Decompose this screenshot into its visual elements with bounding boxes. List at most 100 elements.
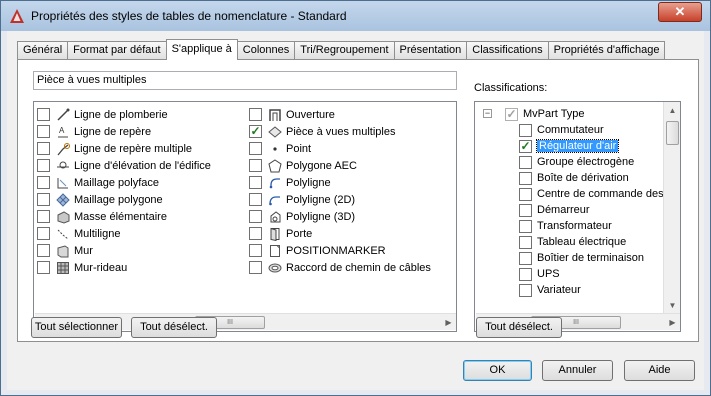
scroll-down-icon[interactable]: ▼ xyxy=(664,297,680,314)
title-bar[interactable]: Propriétés des styles de tables de nomen… xyxy=(1,1,710,31)
checkbox[interactable] xyxy=(519,203,532,217)
checkbox[interactable] xyxy=(519,219,532,233)
tree-item[interactable]: Centre de commande des mo xyxy=(475,186,680,202)
checkbox[interactable]: ✓ xyxy=(505,107,518,121)
classification-tree[interactable]: − ✓ MvPart Type Commutateur ✓ Régulateur… xyxy=(474,101,681,332)
tab-display-properties[interactable]: Propriétés d'affichage xyxy=(547,41,666,59)
list-item[interactable]: POSITIONMARKER xyxy=(249,242,431,259)
list-item[interactable]: Maillage polyface xyxy=(37,174,211,191)
checkbox[interactable] xyxy=(249,176,262,189)
tree-item[interactable]: Transformateur xyxy=(475,218,665,234)
multiview-block-icon xyxy=(267,124,283,140)
deselect-classifications-button[interactable]: Tout désélect. xyxy=(476,317,562,338)
checkbox[interactable] xyxy=(519,187,532,201)
checkbox[interactable] xyxy=(249,210,262,223)
checkbox[interactable] xyxy=(37,176,50,189)
help-button[interactable]: Aide xyxy=(624,360,695,381)
checkbox[interactable] xyxy=(249,261,262,274)
polygon-mesh-icon xyxy=(55,192,71,208)
list-item[interactable]: Porte xyxy=(249,225,431,242)
object-type-column-right: Ouverture ✓ Pièce à vues multiples Point xyxy=(249,106,431,276)
scroll-right-icon[interactable]: ▶ xyxy=(664,314,680,331)
tree-item[interactable]: ✓ Régulateur d'air xyxy=(475,138,665,154)
list-item[interactable]: Ouverture xyxy=(249,106,431,123)
tree-root[interactable]: − ✓ MvPart Type xyxy=(475,106,665,122)
checkbox[interactable] xyxy=(249,142,262,155)
checkbox[interactable] xyxy=(37,142,50,155)
scroll-right-icon[interactable]: ▶ xyxy=(440,314,456,331)
close-button[interactable]: ✕ xyxy=(658,2,702,22)
opening-icon xyxy=(267,107,283,123)
object-type-field[interactable]: Pièce à vues multiples xyxy=(33,71,457,90)
list-item[interactable]: Ligne de plomberie xyxy=(37,106,211,123)
tab-classifications[interactable]: Classifications xyxy=(466,41,549,59)
tree-item[interactable]: Groupe électrogène xyxy=(475,154,665,170)
list-item[interactable]: Polyligne (3D) xyxy=(249,208,431,225)
checkbox[interactable] xyxy=(519,267,532,281)
tab-columns[interactable]: Colonnes xyxy=(236,41,296,59)
list-item[interactable]: Mur xyxy=(37,242,211,259)
tree-item[interactable]: Commutateur xyxy=(475,122,665,138)
list-item[interactable]: Polyligne (2D) xyxy=(249,191,431,208)
checkbox[interactable]: ✓ xyxy=(519,139,532,153)
tab-layout[interactable]: Présentation xyxy=(393,41,468,59)
checkbox[interactable] xyxy=(37,227,50,240)
tab-default-format[interactable]: Format par défaut xyxy=(67,41,167,59)
scroll-thumb[interactable] xyxy=(666,121,679,145)
checkbox[interactable] xyxy=(249,193,262,206)
list-item[interactable]: Multiligne xyxy=(37,225,211,242)
cable-tray-fitting-icon xyxy=(267,260,283,276)
list-item-label: Maillage polygone xyxy=(74,193,163,206)
checkbox[interactable] xyxy=(37,261,50,274)
checkbox[interactable] xyxy=(37,193,50,206)
list-item[interactable]: Maillage polygone xyxy=(37,191,211,208)
tree-item[interactable]: Démarreur xyxy=(475,202,665,218)
scroll-up-icon[interactable]: ▲ xyxy=(664,102,680,119)
checkbox[interactable] xyxy=(519,123,532,137)
checkbox[interactable] xyxy=(37,125,50,138)
checkbox[interactable] xyxy=(37,108,50,121)
tree-item[interactable]: Boîtier de terminaison xyxy=(475,250,665,266)
list-item[interactable]: Ligne d'élévation de l'édifice xyxy=(37,157,211,174)
list-item[interactable]: A Ligne de repère xyxy=(37,123,211,140)
list-item[interactable]: Polygone AEC xyxy=(249,157,431,174)
tree-item-label: Centre de commande des mo xyxy=(537,188,681,200)
tab-applies-to[interactable]: S'applique à xyxy=(165,39,238,60)
checkbox[interactable] xyxy=(519,155,532,169)
list-item[interactable]: Point xyxy=(249,140,431,157)
checkbox[interactable] xyxy=(249,244,262,257)
checkbox[interactable] xyxy=(519,171,532,185)
tree-item[interactable]: Tableau électrique xyxy=(475,234,665,250)
tab-sorting-grouping[interactable]: Tri/Regroupement xyxy=(294,41,395,59)
checkbox[interactable] xyxy=(37,244,50,257)
list-item-label: Pièce à vues multiples xyxy=(286,125,396,138)
checkbox[interactable] xyxy=(519,235,532,249)
checkbox[interactable] xyxy=(249,227,262,240)
list-item[interactable]: Ligne de repère multiple xyxy=(37,140,211,157)
tree-item[interactable]: Boîte de dérivation xyxy=(475,170,665,186)
list-item[interactable]: Masse élémentaire xyxy=(37,208,211,225)
tree-item[interactable]: Variateur xyxy=(475,282,665,298)
list-item[interactable]: Polyligne xyxy=(249,174,431,191)
checkbox[interactable] xyxy=(249,108,262,121)
checkbox[interactable] xyxy=(37,159,50,172)
deselect-all-button[interactable]: Tout désélect. xyxy=(131,317,217,338)
cancel-button[interactable]: Annuler xyxy=(542,360,613,381)
list-item[interactable]: Raccord de chemin de câbles xyxy=(249,259,431,276)
collapse-icon[interactable]: − xyxy=(483,109,492,118)
checkbox[interactable] xyxy=(519,251,532,265)
checkbox[interactable] xyxy=(37,210,50,223)
select-all-button[interactable]: Tout sélectionner xyxy=(31,317,122,338)
vertical-scrollbar[interactable]: ▲ ▼ xyxy=(663,102,680,314)
checkbox[interactable]: ✓ xyxy=(249,125,262,138)
list-item[interactable]: Mur-rideau xyxy=(37,259,211,276)
object-type-list[interactable]: Ligne de plomberie A Ligne de repère Lig… xyxy=(33,101,457,332)
list-item[interactable]: ✓ Pièce à vues multiples xyxy=(249,123,431,140)
checkbox[interactable] xyxy=(249,159,262,172)
curtain-wall-icon xyxy=(55,260,71,276)
checkbox[interactable] xyxy=(519,283,532,297)
tab-general[interactable]: Général xyxy=(17,41,69,59)
ok-button[interactable]: OK xyxy=(463,360,532,381)
list-item-label: Mur xyxy=(74,244,93,257)
tree-item[interactable]: UPS xyxy=(475,266,665,282)
